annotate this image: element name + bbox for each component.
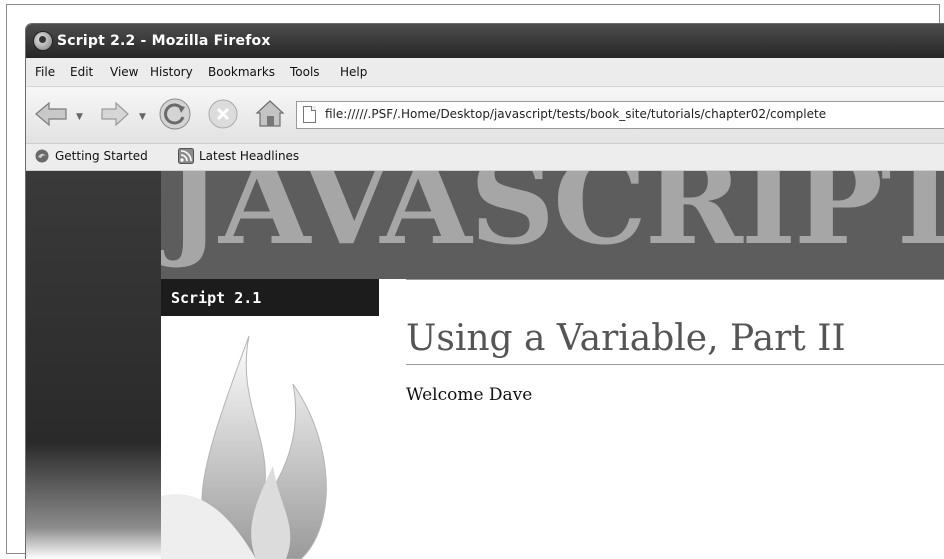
page-icon: [303, 106, 316, 123]
bookmarks-toolbar: Getting Started Latest Headlines: [26, 144, 944, 171]
bookmark-label: Getting Started: [55, 149, 148, 163]
script-label-text: Script 2.1: [171, 289, 262, 307]
window-title: Script 2.2 - Mozilla Firefox: [57, 33, 271, 49]
back-button[interactable]: [34, 100, 68, 128]
firefox-icon: [33, 31, 53, 51]
home-icon: [255, 100, 285, 127]
reload-button[interactable]: [158, 97, 192, 131]
back-arrow-icon: [35, 101, 67, 127]
home-button[interactable]: [253, 96, 287, 130]
page-banner: JAVASCRIPT: [161, 171, 944, 279]
menu-help[interactable]: Help: [340, 65, 367, 79]
forward-button[interactable]: [100, 100, 130, 128]
getting-started-icon: [35, 149, 49, 163]
bookmark-getting-started[interactable]: Getting Started: [34, 148, 148, 164]
address-bar[interactable]: file://///.PSF/.Home/Desktop/javascript/…: [296, 101, 944, 129]
navigation-toolbar: ▼ ▼ file://///.PSF/.Home/Desktop/javascr…: [26, 87, 944, 144]
title-bar[interactable]: Script 2.2 - Mozilla Firefox: [26, 24, 944, 58]
browser-window: Script 2.2 - Mozilla Firefox File Edit V…: [25, 23, 944, 559]
url-text[interactable]: file://///.PSF/.Home/Desktop/javascript/…: [325, 107, 826, 121]
back-dropdown-icon[interactable]: ▼: [76, 112, 83, 122]
menu-bookmarks[interactable]: Bookmarks: [208, 65, 275, 79]
bookmark-label: Latest Headlines: [199, 149, 300, 163]
welcome-message: Welcome Dave: [406, 385, 533, 405]
bookmark-latest-headlines[interactable]: Latest Headlines: [178, 148, 299, 164]
heading-divider: [406, 364, 944, 365]
forward-arrow-icon: [101, 101, 129, 127]
menu-bar: File Edit View History Bookmarks Tools H…: [26, 58, 944, 87]
rss-icon: [178, 148, 194, 164]
menu-tools[interactable]: Tools: [290, 65, 320, 79]
top-divider: [406, 279, 944, 280]
stop-icon: [208, 99, 238, 129]
script-label: Script 2.1: [161, 279, 379, 316]
menu-edit[interactable]: Edit: [70, 65, 93, 79]
banner-text: JAVASCRIPT: [165, 171, 944, 271]
flame-graphic: [161, 336, 327, 559]
menu-view[interactable]: View: [110, 65, 138, 79]
page-content: JAVASCRIPT Script 2.1 Using a Variable, …: [26, 171, 944, 559]
reload-icon: [159, 98, 191, 130]
page-sidebar: [26, 171, 161, 559]
menu-history[interactable]: History: [150, 65, 193, 79]
forward-dropdown-icon[interactable]: ▼: [139, 112, 146, 122]
page-heading: Using a Variable, Part II: [406, 318, 846, 359]
stop-button[interactable]: [206, 97, 240, 131]
menu-file[interactable]: File: [35, 65, 55, 79]
